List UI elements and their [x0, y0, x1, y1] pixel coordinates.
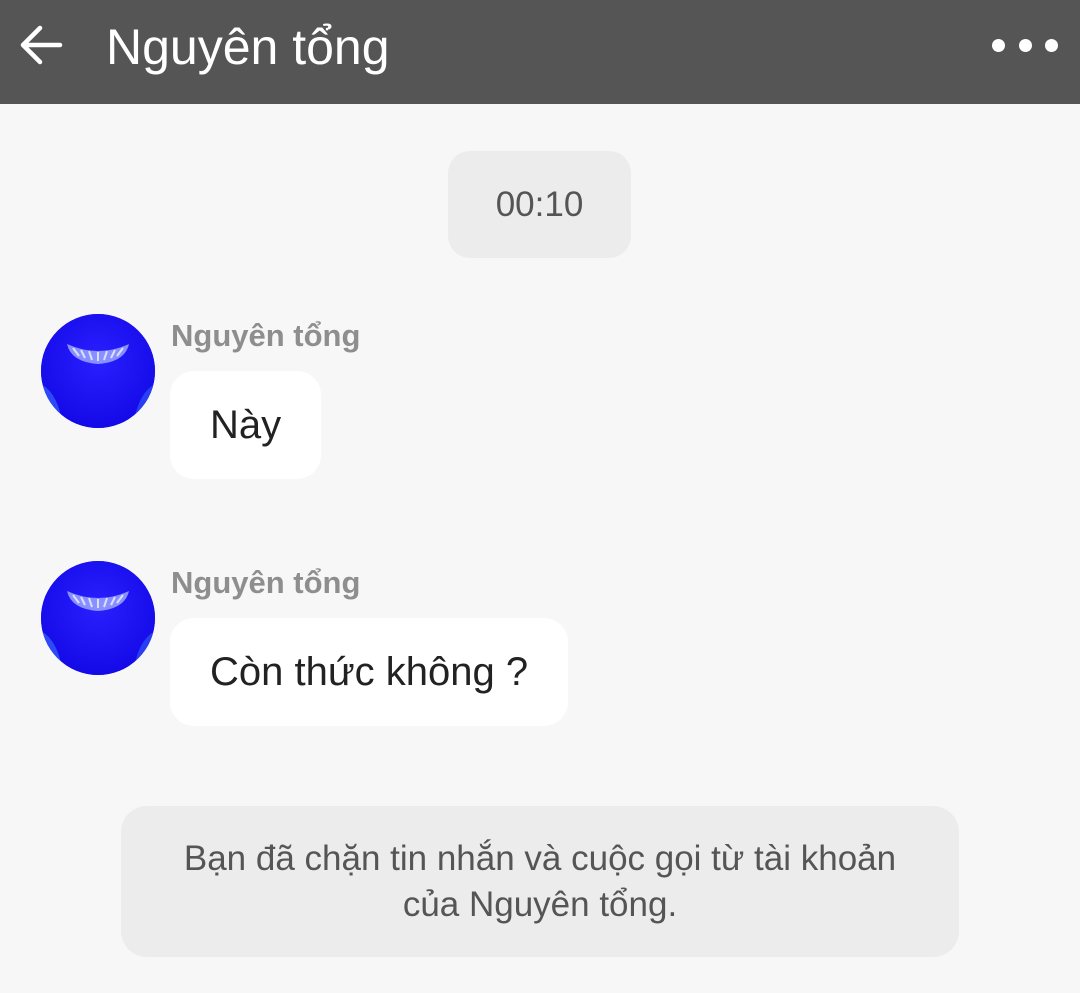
sender-name: Nguyên tổng [171, 318, 361, 353]
notice-line: Bạn đã chặn tin nhắn và cuộc gọi từ tài … [183, 838, 897, 878]
avatar-icon [41, 314, 155, 428]
avatar[interactable] [41, 561, 155, 675]
timestamp-chip: 00:10 [448, 151, 631, 258]
message-bubble[interactable]: Này [170, 371, 322, 479]
avatar-icon [41, 561, 155, 675]
message-text: Còn thức không ? [210, 649, 529, 694]
page-title: Nguyên tổng [106, 19, 390, 75]
sender-name: Nguyên tổng [171, 565, 361, 600]
notice-line: của Nguyên tổng. [402, 884, 678, 924]
chat-screen: Nguyên tổng 00:10 Nguyên tổng Này Nguyên… [0, 0, 1080, 993]
more-horizontal-icon [1018, 38, 1032, 52]
more-horizontal-icon [1045, 38, 1058, 52]
message-bubble[interactable]: Còn thức không ? [170, 618, 569, 726]
more-horizontal-icon [992, 38, 1005, 52]
arrow-left-icon [20, 25, 63, 65]
blocked-notice: Bạn đã chặn tin nhắn và cuộc gọi từ tài … [121, 806, 959, 957]
more-options-button[interactable] [992, 30, 1058, 60]
back-button[interactable] [14, 18, 68, 72]
avatar[interactable] [41, 314, 155, 428]
message-text: Này [210, 402, 282, 447]
top-bar: Nguyên tổng [0, 0, 1080, 104]
